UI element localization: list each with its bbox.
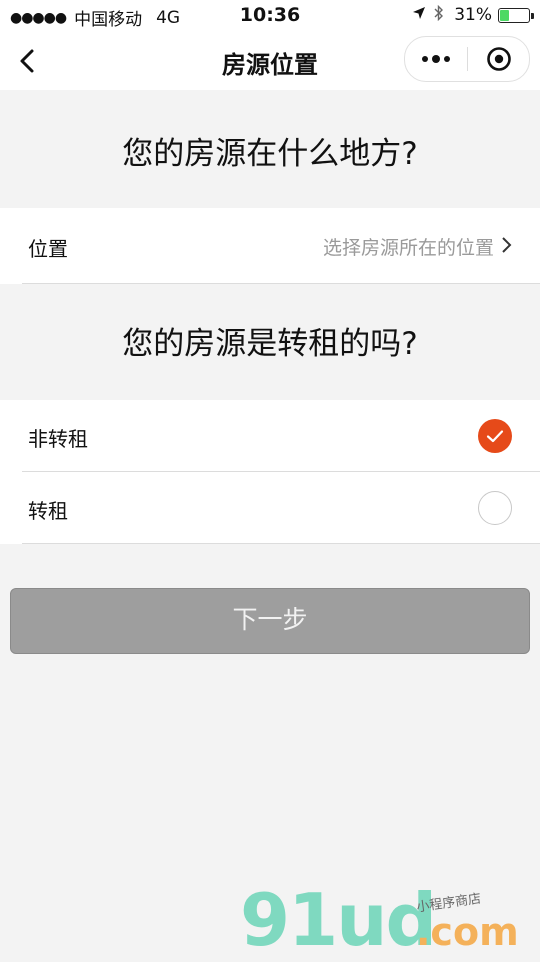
- battery-icon: [498, 7, 534, 23]
- watermark-main: 91ud: [240, 878, 437, 962]
- location-placeholder: 选择房源所在的位置: [322, 237, 494, 259]
- watermark-suffix: .com: [416, 910, 519, 954]
- option-sublet[interactable]: 转租: [0, 472, 540, 544]
- option-label: 转租: [28, 499, 68, 523]
- status-bar: ●●●●● 中国移动 4G 10:36 31%: [0, 0, 540, 32]
- radio-checked[interactable]: [478, 419, 512, 453]
- option-not-sublet[interactable]: 非转租: [0, 400, 540, 472]
- more-dots-icon: [432, 55, 440, 63]
- next-button[interactable]: 下一步: [10, 588, 530, 654]
- mini-program-capsule: [404, 36, 530, 82]
- location-row[interactable]: 位置 选择房源所在的位置: [0, 208, 540, 284]
- option-label: 非转租: [28, 427, 88, 451]
- divider: [22, 543, 540, 544]
- record-target-icon: [486, 47, 511, 71]
- status-right: 31%: [412, 4, 534, 25]
- battery-cap: [531, 12, 534, 19]
- battery-percent: 31%: [454, 5, 492, 25]
- location-arrow-icon: [412, 6, 426, 24]
- battery-level-fill: [500, 9, 510, 21]
- divider: [22, 283, 540, 284]
- location-label: 位置: [28, 237, 68, 261]
- more-button[interactable]: [405, 37, 467, 81]
- sublet-question: 您的房源是转租的吗?: [122, 326, 418, 362]
- close-button[interactable]: [468, 37, 529, 81]
- radio-unchecked[interactable]: [478, 491, 512, 525]
- location-question: 您的房源在什么地方?: [122, 136, 418, 172]
- more-dots-icon: [422, 56, 428, 62]
- chevron-right-icon: [502, 237, 512, 253]
- bluetooth-icon: [434, 4, 444, 25]
- checkmark-icon: [486, 430, 504, 443]
- more-dots-icon: [444, 56, 450, 62]
- nav-bar: 房源位置: [0, 32, 540, 90]
- watermark-logo: 91ud 小程序商店 .com: [240, 880, 540, 960]
